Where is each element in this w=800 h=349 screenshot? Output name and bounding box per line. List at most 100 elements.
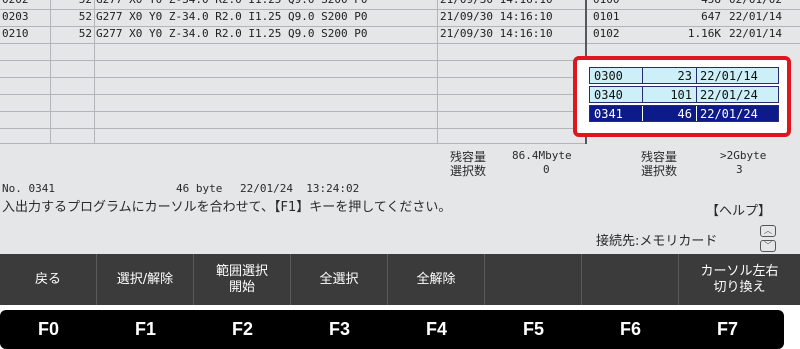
left-selected-value: 0	[543, 163, 550, 176]
file-size: 23	[677, 69, 692, 83]
left-remaining-value: 86.4Mbyte	[512, 149, 572, 162]
key-name-f7: F7	[716, 319, 738, 339]
column-divider	[696, 87, 697, 102]
file-size: 101	[670, 88, 692, 102]
file-size: 46	[677, 107, 692, 121]
fkey-label-line2: 開始	[228, 279, 255, 295]
row-divider	[587, 9, 800, 10]
program-number: 0202	[2, 0, 29, 8]
file-number: 0300	[594, 69, 623, 83]
deselect-all-button[interactable]: 全解除	[388, 254, 485, 305]
file-date: 02/01/02	[729, 0, 782, 8]
guidance-message: 入出力するプログラムにカーソルを合わせて、【F1】キーを押してください。	[2, 200, 452, 215]
file-number: 0102	[593, 27, 620, 40]
file-number: 0101	[593, 10, 620, 23]
list-item[interactable]: 0210 52 G277 X0 Y0 Z-34.0 R2.0 I1.25 Q9.…	[0, 26, 585, 43]
list-item[interactable]: 0101 647 22/01/14	[587, 9, 800, 26]
select-toggle-button[interactable]: 選択/解除	[97, 254, 194, 305]
program-date: 21/09/30 14:16:10	[440, 10, 553, 23]
function-key-bar: 戻る 選択/解除 範囲選択 開始 全選択 全解除 カーソル左右 切り換え	[0, 254, 800, 305]
list-item[interactable]: 0102 1.16K 22/01/14	[587, 26, 800, 43]
row-divider	[0, 77, 585, 78]
fkey-label: カーソル左右	[700, 263, 779, 279]
file-date: 22/01/24	[700, 107, 758, 121]
right-selected-value: 3	[736, 163, 743, 176]
program-date: 21/09/30 14:16:10	[440, 0, 553, 8]
f6-empty-button[interactable]	[582, 254, 679, 305]
file-size: 458	[663, 0, 721, 8]
row-divider	[0, 26, 585, 27]
back-button[interactable]: 戻る	[0, 254, 97, 305]
fkey-label: 選択/解除	[116, 271, 174, 287]
fkey-label: 範囲選択	[215, 263, 268, 279]
row-divider	[0, 111, 585, 112]
key-name-f3: F3	[328, 319, 350, 339]
key-name-f4: F4	[425, 319, 447, 339]
row-divider	[587, 26, 800, 27]
column-divider	[642, 87, 643, 102]
program-size: 52	[78, 10, 92, 23]
program-size: 52	[52, 0, 92, 8]
file-number: 0100	[593, 0, 620, 8]
row-divider	[0, 9, 585, 10]
program-number: 0210	[2, 27, 29, 40]
column-divider	[94, 0, 95, 144]
fkey-label: 全選択	[319, 271, 359, 287]
program-comment: G277 X0 Y0 Z-34.0 R2.0 I1.25 Q9.0 S200 P…	[96, 0, 368, 8]
program-list[interactable]: 0202 52 G277 X0 Y0 Z-34.0 R2.0 I1.25 Q9.…	[0, 0, 587, 144]
selected-row-active[interactable]: 0341 46 22/01/24	[589, 105, 779, 122]
key-name-f5: F5	[522, 319, 544, 339]
file-size: 647	[701, 10, 721, 23]
program-size: 52	[78, 27, 92, 40]
chevron-up-icon[interactable]: ︿	[760, 225, 776, 237]
program-comment: G277 X0 Y0 Z-34.0 R2.0 I1.25 Q9.0 S200 P…	[96, 10, 368, 23]
help-link[interactable]: 【ヘルプ】	[706, 200, 771, 219]
selected-row[interactable]: 0340 101 22/01/24	[589, 86, 779, 103]
file-date: 22/01/14	[729, 27, 782, 40]
column-divider	[642, 106, 643, 121]
row-divider	[0, 43, 585, 44]
program-number: 0203	[2, 10, 29, 23]
chevron-down-icon[interactable]: ﹀	[760, 240, 776, 252]
function-key-name-strip: F0 F1 F2 F3 F4 F5 F6 F7	[0, 310, 784, 349]
column-divider	[696, 106, 697, 121]
key-name-f2: F2	[231, 319, 253, 339]
key-name-f6: F6	[619, 319, 641, 339]
row-divider	[587, 43, 800, 44]
fkey-label-line2: 切り換え	[713, 279, 766, 295]
selected-file-list[interactable]: 0300 23 22/01/14 0340 101 22/01/24 0341 …	[589, 67, 779, 125]
column-divider	[50, 0, 51, 144]
selected-row[interactable]: 0300 23 22/01/14	[589, 67, 779, 84]
list-item[interactable]: 0203 52 G277 X0 Y0 Z-34.0 R2.0 I1.25 Q9.…	[0, 9, 585, 26]
left-selected-label: 選択数	[450, 164, 487, 178]
file-date: 22/01/24	[700, 88, 758, 102]
key-name-f1: F1	[134, 319, 156, 339]
function-key-name-bar: F0 F1 F2 F3 F4 F5 F6 F7	[0, 305, 800, 349]
fkey-label: 戻る	[34, 271, 61, 287]
list-item[interactable]: 0100 458 02/01/02	[587, 0, 800, 9]
select-all-button[interactable]: 全選択	[291, 254, 388, 305]
column-divider	[696, 68, 697, 83]
f5-empty-button[interactable]	[485, 254, 582, 305]
column-divider	[642, 68, 643, 83]
list-item[interactable]: 0202 52 G277 X0 Y0 Z-34.0 R2.0 I1.25 Q9.…	[0, 0, 585, 9]
cursor-switch-button[interactable]: カーソル左右 切り換え	[679, 254, 800, 305]
fkey-label: 全解除	[416, 271, 456, 287]
current-program-datetime: 22/01/24 13:24:02	[240, 182, 360, 195]
key-name-f0: F0	[37, 319, 59, 339]
file-date: 22/01/14	[700, 69, 758, 83]
row-divider	[0, 60, 585, 61]
program-comment: G277 X0 Y0 Z-34.0 R2.0 I1.25 Q9.0 S200 P…	[96, 27, 368, 40]
current-program-size: 46 byte	[176, 182, 223, 195]
program-date: 21/09/30 14:16:10	[440, 27, 553, 40]
connection-label: 接続先:メモリカード	[596, 234, 718, 249]
row-divider	[0, 94, 585, 95]
column-divider	[437, 0, 438, 144]
info-panel: 残容量 86.4Mbyte 選択数 0 残容量 >2Gbyte 選択数 3 No…	[0, 144, 800, 254]
right-remaining-value: >2Gbyte	[720, 149, 767, 162]
current-program-number: No. 0341	[2, 182, 55, 195]
file-date: 22/01/14	[729, 10, 782, 23]
range-select-start-button[interactable]: 範囲選択 開始	[194, 254, 291, 305]
right-selected-label: 選択数	[641, 164, 678, 178]
file-number: 0340	[594, 88, 623, 102]
